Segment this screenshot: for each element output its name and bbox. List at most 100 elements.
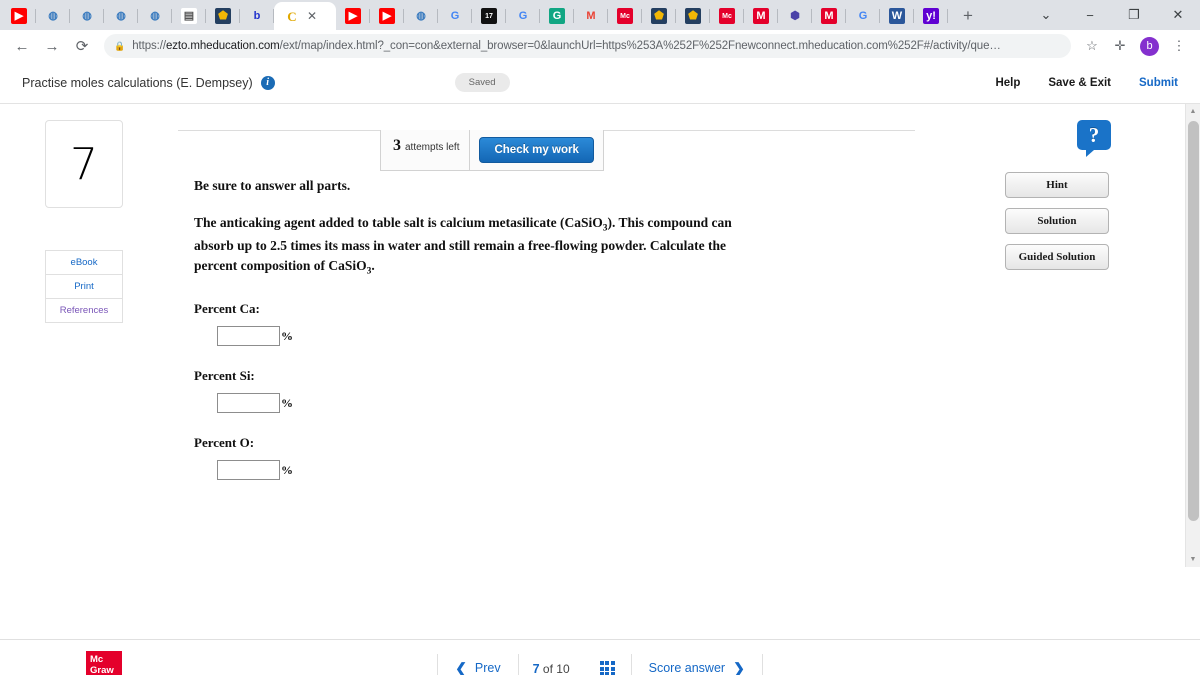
- bookmark-star-icon[interactable]: ☆: [1079, 33, 1105, 59]
- sidebar-item-references[interactable]: References: [45, 298, 123, 323]
- word-icon: W: [889, 8, 905, 24]
- hint-button[interactable]: Hint: [1005, 172, 1109, 198]
- back-icon[interactable]: ←: [8, 32, 36, 60]
- document-icon: ▤: [181, 8, 197, 24]
- scrollbar[interactable]: ▲ ▼: [1185, 104, 1200, 567]
- header-action-help[interactable]: Help: [981, 77, 1034, 89]
- check-my-work-button[interactable]: Check my work: [479, 137, 594, 163]
- google-icon: G: [518, 9, 528, 22]
- app-header: Practise moles calculations (E. Dempsey)…: [0, 62, 1200, 104]
- score-answer-button[interactable]: Score answer ❯: [632, 660, 762, 675]
- answer-input-0[interactable]: [217, 326, 280, 347]
- browser-tab[interactable]: G: [438, 2, 472, 30]
- address-bar[interactable]: 🔒 https://ezto.mheducation.com/ext/map/i…: [104, 34, 1071, 58]
- browser-tab[interactable]: ⬟: [676, 2, 710, 30]
- shield-icon: ⬟: [215, 8, 231, 24]
- answer-label-1: Percent Si:: [194, 368, 255, 384]
- nav-center: ❮ Prev 7 of 10 Score answer ❯: [437, 652, 763, 675]
- browser-tab[interactable]: W: [880, 2, 914, 30]
- attempts-counter: 3 attempts left: [381, 130, 471, 170]
- browser-tab[interactable]: 17: [472, 2, 506, 30]
- answer-label-2: Percent O:: [194, 435, 255, 451]
- browser-tab[interactable]: G: [540, 2, 574, 30]
- browser-tab[interactable]: ◍: [404, 2, 438, 30]
- shield-icon: ⬟: [651, 8, 667, 24]
- browser-tab[interactable]: ◍: [138, 2, 172, 30]
- tab-search-icon[interactable]: ⌄: [1024, 0, 1068, 30]
- url-text: https://ezto.mheducation.com/ext/map/ind…: [132, 40, 1001, 52]
- yahoo-icon: y!: [923, 8, 939, 24]
- browser-tab[interactable]: ◍: [70, 2, 104, 30]
- answer-row: %: [194, 326, 750, 347]
- sidebar-item-ebook[interactable]: eBook: [45, 250, 123, 274]
- browser-tab[interactable]: ⬟: [642, 2, 676, 30]
- sidebar-item-print[interactable]: Print: [45, 274, 123, 298]
- answer-label-0: Percent Ca:: [194, 301, 260, 317]
- cube-icon: ⬢: [790, 9, 800, 22]
- browser-menu-icon[interactable]: ⋮: [1166, 33, 1192, 59]
- close-icon[interactable]: ✕: [307, 10, 317, 22]
- chegg-icon: C: [287, 8, 297, 24]
- browser-tab[interactable]: G: [846, 2, 880, 30]
- globe-icon: ◍: [82, 9, 92, 22]
- browser-tab[interactable]: y!: [914, 2, 948, 30]
- extensions-icon[interactable]: ✛: [1107, 33, 1133, 59]
- scroll-up-icon[interactable]: ▲: [1186, 104, 1200, 119]
- browser-tab[interactable]: M: [574, 2, 608, 30]
- minimize-button[interactable]: −: [1068, 0, 1112, 30]
- prev-question-button[interactable]: ❮ Prev: [438, 660, 517, 675]
- scrollbar-thumb[interactable]: [1188, 121, 1199, 521]
- attempts-box: 3 attempts left Check my work: [380, 130, 604, 171]
- browser-tab[interactable]: Mc: [710, 2, 744, 30]
- browser-tab[interactable]: ⬢: [778, 2, 812, 30]
- check-work-wrap: Check my work: [470, 130, 602, 170]
- grid-icon[interactable]: [584, 661, 631, 675]
- question-body: Be sure to answer all parts. The anticak…: [168, 168, 768, 481]
- globe-icon: ◍: [416, 9, 426, 22]
- close-window-button[interactable]: ✕: [1156, 0, 1200, 30]
- question-panel: 3 attempts left Check my work Be sure to…: [168, 104, 1200, 639]
- browser-tab[interactable]: Mc: [608, 2, 642, 30]
- help-panel: ? Hint Solution Guided Solution: [988, 120, 1138, 280]
- solution-button[interactable]: Solution: [1005, 208, 1109, 234]
- browser-tab[interactable]: M: [744, 2, 778, 30]
- answer-input-2[interactable]: [217, 460, 280, 481]
- answer-parts: Percent Ca:% Percent Si:% Percent O:%: [194, 301, 750, 481]
- maximize-button[interactable]: ❐: [1112, 0, 1156, 30]
- answer-input-1[interactable]: [217, 393, 280, 414]
- browser-tab[interactable]: ▤: [172, 2, 206, 30]
- reload-icon[interactable]: ⟳: [68, 32, 96, 60]
- browser-tab[interactable]: b: [240, 2, 274, 30]
- page-title: Practise moles calculations (E. Dempsey): [22, 75, 253, 90]
- mcgraw-hill-logo: Mc Graw Hill: [86, 651, 122, 675]
- mcgraw-hill-icon: Mc: [617, 8, 633, 24]
- browser-tab[interactable]: G: [506, 2, 540, 30]
- question-mark-icon[interactable]: ?: [1077, 120, 1111, 157]
- browser-tab[interactable]: M: [812, 2, 846, 30]
- browser-tab[interactable]: ◍: [104, 2, 138, 30]
- mcgraw-hill-icon: Mc: [719, 8, 735, 24]
- gmail-icon: M: [586, 9, 596, 22]
- browser-toolbar: ← → ⟳ 🔒 https://ezto.mheducation.com/ext…: [0, 30, 1200, 62]
- header-action-save-exit[interactable]: Save & Exit: [1034, 77, 1125, 89]
- window-controls: ⌄ − ❐ ✕: [1024, 0, 1200, 30]
- browser-tab[interactable]: ▶: [336, 2, 370, 30]
- percent-unit: %: [281, 328, 293, 343]
- info-icon[interactable]: i: [260, 75, 275, 90]
- browser-tab-active[interactable]: C ✕: [274, 2, 336, 30]
- header-action-submit[interactable]: Submit: [1125, 77, 1178, 89]
- browser-tab[interactable]: ◍: [36, 2, 70, 30]
- percent-unit: %: [281, 395, 293, 410]
- page-indicator: 7 of 10: [519, 662, 584, 675]
- browser-tab[interactable]: ⬟: [206, 2, 240, 30]
- forward-icon[interactable]: →: [38, 32, 66, 60]
- youtube-icon: ▶: [379, 8, 395, 24]
- google-icon: G: [450, 9, 460, 22]
- browser-tab[interactable]: ▶: [370, 2, 404, 30]
- new-tab-button[interactable]: +: [954, 2, 982, 30]
- avatar[interactable]: b: [1140, 36, 1159, 56]
- browser-tab[interactable]: ▶: [2, 2, 36, 30]
- scroll-down-icon[interactable]: ▼: [1186, 552, 1200, 567]
- guided-solution-button[interactable]: Guided Solution: [1005, 244, 1109, 270]
- youtube-icon: ▶: [11, 8, 27, 24]
